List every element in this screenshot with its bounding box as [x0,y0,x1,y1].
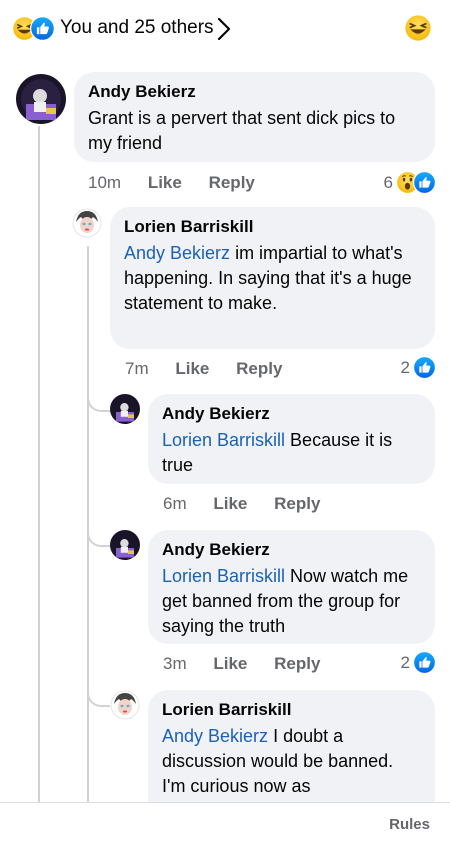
footer-bar [0,803,450,841]
comment-bubble[interactable]: Andy Bekierz Lorien Barriskill Now watch… [148,530,435,644]
laugh-icon[interactable] [404,14,432,42]
header-reaction-icons [12,16,56,42]
andy-avatar-image [110,530,140,560]
comment-author[interactable]: Lorien Barriskill [124,217,421,237]
reaction-count-number: 2 [400,652,410,672]
reply-button[interactable]: Reply [274,654,320,674]
comment-text: Grant is a pervert that sent dick pics t… [88,108,396,153]
avatar[interactable] [16,74,66,124]
reactions-header[interactable]: You and 25 others [0,0,450,60]
comment-bubble[interactable]: Andy Bekierz Lorien Barriskill Because i… [148,394,435,484]
mention-link[interactable]: Andy Bekierz [162,726,268,746]
like-icon [30,16,55,41]
comment-actions: 10m Like Reply [88,173,255,193]
reactions-summary[interactable]: You and 25 others [60,17,214,39]
reaction-count-number: 6 [383,172,393,192]
reaction-count[interactable]: 6 [384,171,436,194]
lorien-avatar-image [72,208,102,238]
comment-bubble[interactable]: Lorien Barriskill Andy Bekierz im impart… [110,207,435,349]
reaction-count-number: 2 [400,357,410,377]
mention-link[interactable]: Lorien Barriskill [162,566,285,586]
andy-avatar-image [16,74,66,124]
thread-elbow [38,195,68,225]
comment-bubble[interactable]: Andy Bekierz Grant is a pervert that sen… [74,72,435,162]
like-button[interactable]: Like [148,173,182,193]
comment-author[interactable]: Andy Bekierz [162,540,421,560]
thread-elbow [87,380,111,412]
mention-link[interactable]: Lorien Barriskill [162,430,285,450]
like-button[interactable]: Like [175,359,209,379]
avatar[interactable] [72,208,102,238]
comment-bubble[interactable]: Lorien Barriskill Andy Bekierz I doubt a… [148,690,435,802]
andy-avatar-image [110,394,140,424]
like-button[interactable]: Like [213,494,247,514]
reaction-count[interactable]: 2 [401,356,436,379]
comment-actions: 6m Like Reply [163,494,320,514]
comment-time[interactable]: 3m [163,654,187,674]
thread-line-main [38,126,40,802]
comment-actions: 3m Like Reply [163,654,320,674]
like-icon [413,651,436,674]
like-button[interactable]: Like [213,654,247,674]
comment-time[interactable]: 10m [88,173,121,193]
like-icon [413,171,436,194]
avatar[interactable] [110,530,140,560]
reaction-count[interactable]: 2 [401,651,436,674]
mention-link[interactable]: Andy Bekierz [124,243,230,263]
avatar[interactable] [110,394,140,424]
comment-author[interactable]: Lorien Barriskill [162,700,421,720]
like-icon [413,356,436,379]
comment-time[interactable]: 7m [125,359,149,379]
comment-actions: 7m Like Reply [125,359,282,379]
comment-text: Lorien Barriskill Now watch me get banne… [162,564,421,639]
comment-author[interactable]: Andy Bekierz [162,404,421,424]
reply-button[interactable]: Reply [274,494,320,514]
reply-button[interactable]: Reply [236,359,282,379]
chevron-right-icon[interactable] [216,16,232,42]
lorien-avatar-image [110,690,140,720]
comment-text: Andy Bekierz im impartial to what's happ… [124,241,421,316]
avatar[interactable] [110,690,140,720]
comment-author[interactable]: Andy Bekierz [88,82,421,102]
thread-elbow [87,675,111,707]
comment-text: Lorien Barriskill Because it is true [162,428,421,478]
comment-text: Andy Bekierz I doubt a discussion would … [162,724,421,799]
comment-time[interactable]: 6m [163,494,187,514]
thread-elbow [87,515,111,547]
rules-link[interactable]: Rules [389,816,430,833]
reply-button[interactable]: Reply [209,173,255,193]
